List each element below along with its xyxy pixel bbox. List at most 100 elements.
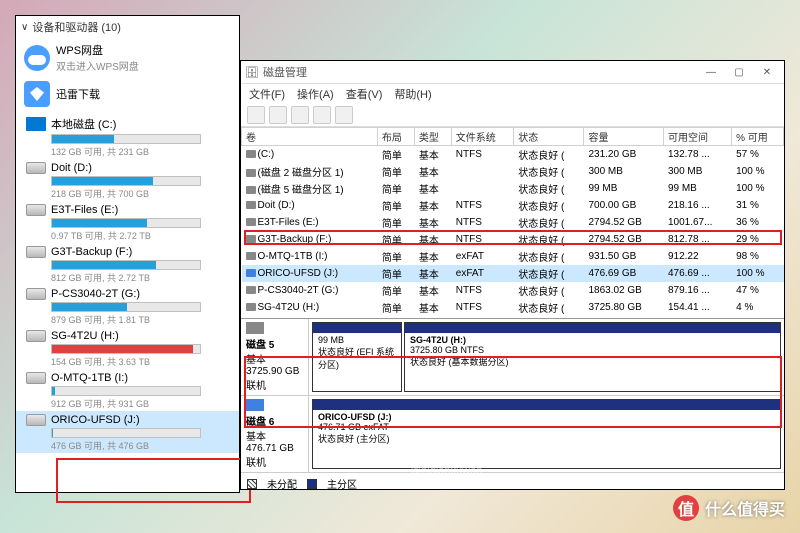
wps-name: WPS网盘 <box>56 42 139 58</box>
drive-info: 476 GB 可用, 共 476 GB <box>51 439 231 452</box>
close-button[interactable]: ✕ <box>754 63 780 81</box>
volume-row[interactable]: (C:)简单基本NTFS状态良好 (231.20 GB132.78 ...57 … <box>242 146 784 164</box>
column-header[interactable]: 可用空间 <box>663 128 731 146</box>
drive-name: 本地磁盘 (C:) <box>51 116 116 132</box>
volume-icon <box>246 150 256 158</box>
column-header[interactable]: 布局 <box>377 128 414 146</box>
unallocated-label: 未分配 <box>267 476 297 491</box>
disk-6-row[interactable]: 磁盘 6 基本 476.71 GB 联机 ORICO-UFSD (J:) 476… <box>241 396 784 473</box>
menu-item[interactable]: 查看(V) <box>346 86 383 102</box>
drive-name: E3T-Files (E:) <box>51 204 118 216</box>
legend: 未分配 主分区 <box>241 473 784 494</box>
disk5-partition-data[interactable]: SG-4T2U (H:) 3725.80 GB NTFS 状态良好 (基本数据分… <box>404 322 781 392</box>
volume-row[interactable]: ORICO-UFSD (J:)简单基本exFAT状态良好 (476.69 GB4… <box>242 265 784 282</box>
drive-item[interactable]: SG-4T2U (H:)154 GB 可用, 共 3.63 TB <box>16 327 239 369</box>
menu-item[interactable]: 操作(A) <box>297 86 334 102</box>
volume-icon <box>246 252 256 260</box>
volume-row[interactable]: G3T-Backup (F:)简单基本NTFS状态良好 (2794.52 GB8… <box>242 231 784 248</box>
disk5-partition-efi[interactable]: 99 MB 状态良好 (EFI 系统分区) <box>312 322 402 392</box>
volume-row[interactable]: P-CS3040-2T (G:)简单基本NTFS状态良好 (1863.02 GB… <box>242 282 784 299</box>
maximize-button[interactable]: ▢ <box>726 63 752 81</box>
title-bar[interactable]: 🗄 磁盘管理 — ▢ ✕ <box>241 61 784 84</box>
chevron-down-icon: ∨ <box>21 22 28 33</box>
column-header[interactable]: 状态 <box>514 128 584 146</box>
disk-5-label: 磁盘 5 基本 3725.90 GB 联机 <box>241 319 309 395</box>
refresh-button[interactable] <box>291 106 309 124</box>
column-header[interactable]: % 可用 <box>732 128 784 146</box>
toolbar <box>241 104 784 127</box>
volume-icon <box>246 169 256 177</box>
hdd-icon <box>26 330 46 342</box>
xunlei-item[interactable]: 迅雷下载 <box>16 77 239 111</box>
unallocated-swatch <box>247 479 257 489</box>
menu-bar: 文件(F) 操作(A) 查看(V) 帮助(H) <box>241 84 784 104</box>
volume-icon <box>246 218 256 226</box>
forward-button[interactable] <box>269 106 287 124</box>
watermark-text: 什么值得买 <box>705 496 785 520</box>
disk-layout-pane: 磁盘 5 基本 3725.90 GB 联机 99 MB 状态良好 (EFI 系统… <box>241 318 784 494</box>
minimize-button[interactable]: — <box>698 63 724 81</box>
watermark: 值 什么值得买 <box>673 495 785 521</box>
xunlei-name: 迅雷下载 <box>56 86 100 102</box>
drive-item[interactable]: E3T-Files (E:) 0.97 TB 可用, 共 2.72 TB <box>16 201 239 243</box>
drive-info: 912 GB 可用, 共 931 GB <box>51 397 231 410</box>
drive-item[interactable]: O-MTQ-1TB (I:)912 GB 可用, 共 931 GB <box>16 369 239 411</box>
disk-5-row[interactable]: 磁盘 5 基本 3725.90 GB 联机 99 MB 状态良好 (EFI 系统… <box>241 319 784 396</box>
column-header[interactable]: 类型 <box>414 128 451 146</box>
volume-row[interactable]: E3T-Files (E:)简单基本NTFS状态良好 (2794.52 GB10… <box>242 214 784 231</box>
menu-item[interactable]: 帮助(H) <box>394 86 431 102</box>
drive-info: 132 GB 可用, 共 231 GB <box>51 145 231 158</box>
drive-name: P-CS3040-2T (G:) <box>51 288 140 300</box>
wps-drive-item[interactable]: WPS网盘 双击进入WPS网盘 <box>16 38 239 77</box>
column-header[interactable]: 文件系统 <box>451 128 513 146</box>
menu-item[interactable]: 文件(F) <box>249 86 285 102</box>
hdd-icon <box>26 162 46 174</box>
drive-list: 本地磁盘 (C:) 132 GB 可用, 共 231 GBDoit (D:)218… <box>16 111 239 455</box>
hdd-icon <box>26 204 46 216</box>
volume-icon <box>246 303 256 311</box>
column-header[interactable]: 容量 <box>584 128 663 146</box>
drive-name: G3T-Backup (F:) <box>51 246 132 258</box>
devices-header[interactable]: ∨ 设备和驱动器 (10) <box>16 16 239 38</box>
volume-icon <box>246 269 256 277</box>
drive-item[interactable]: ORICO-UFSD (J:)476 GB 可用, 共 476 GB <box>16 411 239 453</box>
volume-icon <box>246 235 256 243</box>
hdd-icon <box>26 372 46 384</box>
hdd-icon <box>26 246 46 258</box>
drive-info: 879 GB 可用, 共 1.81 TB <box>51 313 231 326</box>
volume-row[interactable]: Doit (D:)简单基本NTFS状态良好 (700.00 GB218.16 .… <box>242 197 784 214</box>
window-title: 磁盘管理 <box>263 64 307 80</box>
drive-item[interactable]: 本地磁盘 (C:) 132 GB 可用, 共 231 GB <box>16 113 239 159</box>
volume-icon <box>246 286 256 294</box>
drive-item[interactable]: G3T-Backup (F:) 812 GB 可用, 共 2.72 TB <box>16 243 239 285</box>
primary-swatch <box>307 479 317 489</box>
drive-info: 812 GB 可用, 共 2.72 TB <box>51 271 231 284</box>
volume-row[interactable]: (磁盘 5 磁盘分区 1)简单基本状态良好 (99 MB99 MB100 % <box>242 180 784 197</box>
properties-button[interactable] <box>313 106 331 124</box>
disk-6-label: 磁盘 6 基本 476.71 GB 联机 <box>241 396 309 472</box>
volume-row[interactable]: (磁盘 2 磁盘分区 1)简单基本状态良好 (300 MB300 MB100 % <box>242 163 784 180</box>
disk-icon <box>246 322 264 334</box>
explorer-panel: ∨ 设备和驱动器 (10) WPS网盘 双击进入WPS网盘 迅雷下载 本地磁盘 … <box>15 15 240 493</box>
drive-info: 0.97 TB 可用, 共 2.72 TB <box>51 229 231 242</box>
volume-table[interactable]: 卷布局类型文件系统状态容量可用空间% 可用 (C:)简单基本NTFS状态良好 (… <box>241 127 784 316</box>
back-button[interactable] <box>247 106 265 124</box>
watermark-badge-icon: 值 <box>673 495 699 521</box>
drive-name: SG-4T2U (H:) <box>51 330 119 342</box>
volume-row[interactable]: SG-4T2U (H:)简单基本NTFS状态良好 (3725.80 GB154.… <box>242 299 784 316</box>
drive-info: 218 GB 可用, 共 700 GB <box>51 187 231 200</box>
drive-item[interactable]: P-CS3040-2T (G:) 879 GB 可用, 共 1.81 TB <box>16 285 239 327</box>
hdd-icon <box>26 288 46 300</box>
disk-icon: 🗄 <box>245 66 259 79</box>
drive-item[interactable]: Doit (D:)218 GB 可用, 共 700 GB <box>16 159 239 201</box>
volume-icon <box>246 186 256 194</box>
usb-disk-icon <box>246 399 264 411</box>
disk6-partition[interactable]: ORICO-UFSD (J:) 476.71 GB exFAT 状态良好 (主分… <box>312 399 781 469</box>
watermark-center: @bidiankuwan <box>410 465 482 477</box>
volume-row[interactable]: O-MTQ-1TB (I:)简单基本exFAT状态良好 (931.50 GB91… <box>242 248 784 265</box>
column-header[interactable]: 卷 <box>242 128 378 146</box>
wps-sub: 双击进入WPS网盘 <box>56 58 139 73</box>
disk-management-window: 🗄 磁盘管理 — ▢ ✕ 文件(F)操作(A)查看(V)帮助(H) 卷布局类型文… <box>240 60 785 490</box>
help-button[interactable] <box>335 106 353 124</box>
xunlei-icon <box>24 81 50 107</box>
